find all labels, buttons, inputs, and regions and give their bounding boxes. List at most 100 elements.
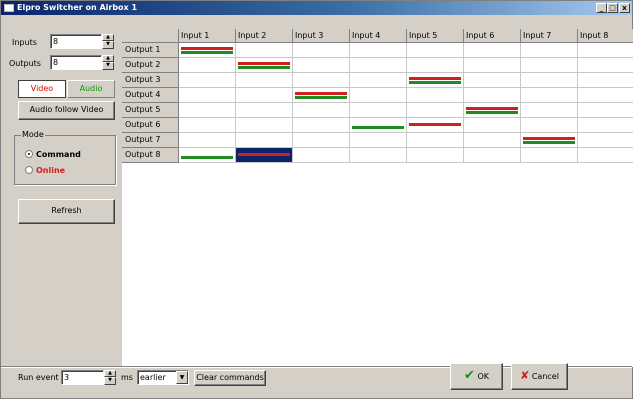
- crosspoint-o8-i4[interactable]: [350, 148, 407, 163]
- crosspoint-o8-i8[interactable]: [578, 148, 633, 163]
- crosspoint-o6-i4[interactable]: [350, 118, 407, 133]
- crosspoint-o3-i8[interactable]: [578, 73, 633, 88]
- crosspoint-o6-i3[interactable]: [293, 118, 350, 133]
- crosspoint-o2-i6[interactable]: [464, 58, 521, 73]
- crosspoint-o3-i6[interactable]: [464, 73, 521, 88]
- chevron-down-icon[interactable]: ▼: [176, 371, 188, 384]
- inputs-label: Inputs: [12, 38, 37, 47]
- run-event-spinner[interactable]: ▲ ▼: [104, 370, 116, 385]
- crosspoint-o4-i4[interactable]: [350, 88, 407, 103]
- crosspoint-o3-i4[interactable]: [350, 73, 407, 88]
- spin-down-icon[interactable]: ▼: [102, 62, 114, 70]
- crosspoint-o8-i2[interactable]: [236, 148, 293, 163]
- video-route-bar: [181, 47, 233, 50]
- crosspoint-o3-i2[interactable]: [236, 73, 293, 88]
- crosspoint-o5-i7[interactable]: [521, 103, 578, 118]
- crosspoint-o6-i8[interactable]: [578, 118, 633, 133]
- cancel-button[interactable]: ✘ Cancel: [511, 363, 568, 390]
- crosspoint-o4-i1[interactable]: [179, 88, 236, 103]
- crosspoint-o4-i3[interactable]: [293, 88, 350, 103]
- refresh-button[interactable]: Refresh: [18, 199, 115, 224]
- crosspoint-o5-i6[interactable]: [464, 103, 521, 118]
- maximize-button[interactable]: □: [607, 3, 618, 13]
- crosspoint-o8-i3[interactable]: [293, 148, 350, 163]
- crosspoint-o1-i7[interactable]: [521, 43, 578, 58]
- crosspoint-o5-i4[interactable]: [350, 103, 407, 118]
- crosspoint-o7-i3[interactable]: [293, 133, 350, 148]
- crosspoint-o6-i7[interactable]: [521, 118, 578, 133]
- crosspoint-o3-i1[interactable]: [179, 73, 236, 88]
- crosspoint-o2-i2[interactable]: [236, 58, 293, 73]
- crosspoint-o4-i5[interactable]: [407, 88, 464, 103]
- crosspoint-o1-i6[interactable]: [464, 43, 521, 58]
- tab-audio[interactable]: Audio: [67, 80, 115, 98]
- title-bar[interactable]: Elpro Switcher on Airbox 1 _ □ x: [1, 1, 632, 15]
- crosspoint-o4-i8[interactable]: [578, 88, 633, 103]
- crosspoint-o2-i1[interactable]: [179, 58, 236, 73]
- crosspoint-o3-i5[interactable]: [407, 73, 464, 88]
- crosspoint-o4-i7[interactable]: [521, 88, 578, 103]
- video-route-bar: [409, 77, 461, 80]
- video-route-bar: [238, 153, 290, 156]
- outputs-spinner[interactable]: ▲ ▼: [102, 55, 114, 70]
- crosspoint-o3-i3[interactable]: [293, 73, 350, 88]
- crosspoint-o2-i7[interactable]: [521, 58, 578, 73]
- crosspoint-o2-i5[interactable]: [407, 58, 464, 73]
- crosspoint-o7-i4[interactable]: [350, 133, 407, 148]
- crosspoint-o5-i2[interactable]: [236, 103, 293, 118]
- run-event-field[interactable]: 3: [61, 370, 104, 385]
- spin-up-icon[interactable]: ▲: [102, 55, 114, 62]
- audio-follow-video-button[interactable]: Audio follow Video: [18, 101, 115, 120]
- inputs-count-field[interactable]: 8: [50, 34, 102, 49]
- crosspoint-o1-i5[interactable]: [407, 43, 464, 58]
- mode-command-radio[interactable]: Command: [25, 150, 81, 159]
- crosspoint-o1-i2[interactable]: [236, 43, 293, 58]
- radio-unchecked-icon[interactable]: [25, 166, 33, 174]
- video-route-bar: [466, 107, 518, 110]
- crosspoint-o4-i2[interactable]: [236, 88, 293, 103]
- tab-video[interactable]: Video: [18, 80, 66, 98]
- spin-down-icon[interactable]: ▼: [104, 377, 116, 385]
- crosspoint-o1-i3[interactable]: [293, 43, 350, 58]
- crosspoint-o7-i1[interactable]: [179, 133, 236, 148]
- crosspoint-o8-i7[interactable]: [521, 148, 578, 163]
- spin-up-icon[interactable]: ▲: [104, 370, 116, 377]
- crosspoint-o8-i1[interactable]: [179, 148, 236, 163]
- crosspoint-o5-i8[interactable]: [578, 103, 633, 118]
- crosspoint-o2-i3[interactable]: [293, 58, 350, 73]
- crosspoint-o6-i5[interactable]: [407, 118, 464, 133]
- crosspoint-o7-i2[interactable]: [236, 133, 293, 148]
- check-icon: ✔: [464, 368, 475, 383]
- crosspoint-o6-i2[interactable]: [236, 118, 293, 133]
- clear-commands-button[interactable]: Clear commands: [194, 370, 266, 386]
- ok-button[interactable]: ✔ OK: [450, 363, 503, 390]
- spin-up-icon[interactable]: ▲: [102, 34, 114, 41]
- outputs-count-field[interactable]: 8: [50, 55, 102, 70]
- row-header-output-6: Output 6: [122, 118, 179, 133]
- close-button[interactable]: x: [619, 3, 630, 13]
- crosspoint-o7-i6[interactable]: [464, 133, 521, 148]
- crosspoint-o7-i8[interactable]: [578, 133, 633, 148]
- crosspoint-o2-i4[interactable]: [350, 58, 407, 73]
- column-header-input-3: Input 3: [293, 29, 350, 43]
- crosspoint-o5-i5[interactable]: [407, 103, 464, 118]
- crosspoint-o7-i7[interactable]: [521, 133, 578, 148]
- crosspoint-o6-i1[interactable]: [179, 118, 236, 133]
- crosspoint-o1-i1[interactable]: [179, 43, 236, 58]
- crosspoint-o8-i6[interactable]: [464, 148, 521, 163]
- crosspoint-o8-i5[interactable]: [407, 148, 464, 163]
- crosspoint-o3-i7[interactable]: [521, 73, 578, 88]
- spin-down-icon[interactable]: ▼: [102, 41, 114, 49]
- crosspoint-o6-i6[interactable]: [464, 118, 521, 133]
- inputs-spinner[interactable]: ▲ ▼: [102, 34, 114, 49]
- crosspoint-o1-i8[interactable]: [578, 43, 633, 58]
- minimize-button[interactable]: _: [596, 3, 607, 13]
- crosspoint-o7-i5[interactable]: [407, 133, 464, 148]
- crosspoint-o5-i1[interactable]: [179, 103, 236, 118]
- crosspoint-o5-i3[interactable]: [293, 103, 350, 118]
- crosspoint-o2-i8[interactable]: [578, 58, 633, 73]
- mode-online-radio[interactable]: Online: [25, 166, 65, 175]
- crosspoint-o4-i6[interactable]: [464, 88, 521, 103]
- radio-checked-icon[interactable]: [25, 150, 33, 158]
- crosspoint-o1-i4[interactable]: [350, 43, 407, 58]
